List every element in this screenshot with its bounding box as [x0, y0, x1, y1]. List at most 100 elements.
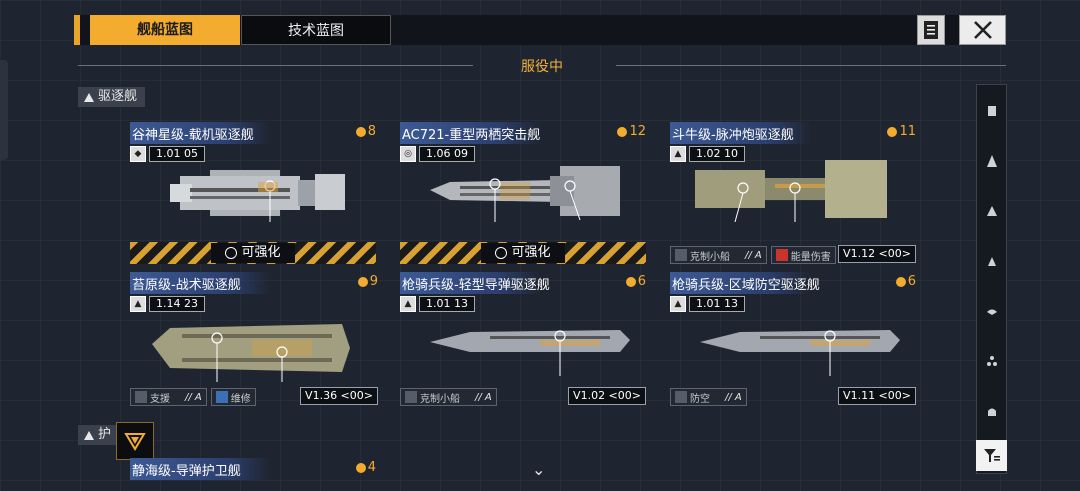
ship-cost: 9 [357, 274, 378, 289]
ship-type-icon: ▲ [130, 296, 146, 312]
cost-icon [617, 126, 628, 137]
trait-label: 能量伤害 [790, 251, 831, 263]
version-badge: V1.02 <00> [568, 387, 646, 405]
upgrade-label: 可强化 [241, 245, 281, 260]
auxiliary-class-icon[interactable] [986, 405, 998, 417]
ship-level-value: 1.01 13 [419, 296, 475, 312]
close-button[interactable] [959, 15, 1006, 45]
trait-grade: // A [185, 391, 202, 403]
document-button[interactable] [917, 15, 945, 45]
support-icon [135, 391, 147, 403]
anti-small-ship-icon [405, 391, 417, 403]
ship-image [430, 166, 620, 222]
upgrade-icon [225, 247, 238, 259]
cruiser-class-icon[interactable] [986, 205, 998, 217]
ship-image [170, 170, 345, 222]
tab-tech-blueprints[interactable]: 技术蓝图 [241, 15, 391, 45]
trait-badge: 克制小船 // A [400, 388, 497, 406]
trait-grade: // A [725, 391, 742, 403]
ship-card[interactable]: 谷神星级-载机驱逐舰 8 ◆ 1.01 05 可强化 [130, 122, 376, 264]
section-header: 服役中 [78, 56, 1006, 76]
ship-card[interactable]: 苔原级-战术驱逐舰 9 ▲ 1.14 23 支援 // A 维修 V1.36 <0… [130, 272, 378, 406]
cost-icon [625, 276, 636, 287]
anti-air-icon [675, 391, 687, 403]
emblem-triangle-icon [124, 433, 146, 451]
ship-cost: 12 [617, 124, 646, 139]
ship-card[interactable]: 斗牛级-脉冲炮驱逐舰 11 ▲ 1.02 10 克制小船// A 能量伤害 V1… [670, 122, 916, 264]
ship-level: ▲ 1.14 23 [130, 296, 205, 312]
ship-card[interactable]: 枪骑兵级-轻型导弹驱逐舰 6 ▲ 1.01 13 克制小船 // A V1.02 … [400, 272, 646, 406]
chevron-down-icon[interactable]: ⌄ [532, 460, 545, 479]
ship-traits: 防空 // A [670, 388, 747, 406]
ship-image [152, 324, 350, 382]
ship-level: ◆ 1.01 05 [130, 146, 205, 162]
document-icon [924, 21, 938, 39]
ship-cost-value: 9 [369, 274, 378, 289]
upgrade-banner[interactable]: 可强化 [400, 242, 646, 264]
destroyer-class-icon [84, 92, 94, 102]
ship-level-value: 1.14 23 [149, 296, 205, 312]
ship-cost-value: 6 [907, 274, 916, 289]
frigate-emblem-icon[interactable] [116, 422, 154, 460]
upgrade-banner[interactable]: 可强化 [130, 242, 376, 264]
repair-icon [215, 391, 228, 403]
battleship-class-icon[interactable] [986, 155, 998, 167]
filter-button[interactable] [976, 440, 1007, 471]
ship-class-filter-rail [976, 84, 1007, 474]
trait-grade-value: A [194, 391, 202, 403]
left-drawer-handle[interactable] [0, 60, 8, 160]
trait-label: 克制小船 [420, 393, 460, 405]
category-frigate[interactable]: 护 [78, 425, 120, 445]
ship-image [695, 160, 887, 222]
ship-level-value: 1.01 05 [149, 146, 205, 162]
ship-cost: 11 [887, 124, 916, 139]
category-destroyer[interactable]: 驱逐舰 [78, 87, 146, 107]
category-frigate-label: 护 [98, 427, 112, 442]
ship-card[interactable]: 枪骑兵级-区域防空驱逐舰 6 ▲ 1.01 13 防空 // A V1.11 <0… [670, 272, 916, 406]
trait-label: 防空 [690, 393, 710, 405]
carrier-class-icon[interactable] [986, 105, 998, 117]
ship-level: ▲ 1.01 13 [670, 296, 745, 312]
trait-grade-value: A [734, 391, 742, 403]
trait-label: 克制小船 [690, 251, 730, 263]
ship-type-icon: ▲ [400, 296, 416, 312]
ship-type-icon: ▲ [670, 296, 686, 312]
ship-type-icon: ◆ [130, 146, 146, 162]
frigate-class-icon [84, 430, 94, 440]
version-badge: V1.11 <00> [838, 387, 916, 405]
ship-name: 静海级-导弹护卫舰 [132, 464, 241, 479]
filter-icon [983, 448, 1000, 462]
category-destroyer-label: 驱逐舰 [98, 89, 138, 104]
globe-icon: ◎ [400, 146, 416, 162]
ship-name: 枪骑兵级-轻型导弹驱逐舰 [402, 278, 550, 293]
cost-icon [895, 276, 906, 287]
ship-cost: 8 [355, 124, 376, 139]
ship-card[interactable]: AC721-重型两栖突击舰 12 ◎ 1.06 09 可强化 [400, 122, 646, 264]
ship-cost-value: 12 [629, 124, 646, 139]
trait-badge: 克制小船 // A [670, 246, 767, 264]
tab-ship-blueprints[interactable]: 舰船蓝图 [90, 15, 240, 45]
trait-label: 维修 [230, 393, 251, 405]
ship-image [700, 330, 900, 376]
aircraft-class-icon[interactable] [986, 355, 998, 367]
ship-cost: 4 [355, 460, 376, 475]
ship-name: 斗牛级-脉冲炮驱逐舰 [672, 128, 794, 143]
version-badge: V1.36 <00> [300, 387, 378, 405]
trait-badge: 防空 // A [670, 388, 747, 406]
ship-level-value: 1.01 13 [689, 296, 745, 312]
energy-damage-icon [775, 249, 788, 261]
ship-card[interactable]: 静海级-导弹护卫舰 4 [130, 458, 376, 491]
trait-grade: // A [475, 391, 492, 403]
ship-cost: 6 [895, 274, 916, 289]
cost-icon [357, 276, 368, 287]
version-badge: V1.12 <00> [838, 245, 916, 263]
section-title: 服役中 [521, 59, 563, 75]
top-bar-accent [74, 15, 80, 45]
ship-cost: 6 [625, 274, 646, 289]
trait-grade: // A [745, 249, 762, 261]
ship-cost-value: 4 [367, 460, 376, 475]
ship-name: 枪骑兵级-区域防空驱逐舰 [672, 278, 820, 293]
destroyer-class-icon[interactable] [986, 255, 998, 267]
ship-name: AC721-重型两栖突击舰 [402, 128, 541, 143]
frigate-class-icon[interactable] [986, 305, 998, 317]
